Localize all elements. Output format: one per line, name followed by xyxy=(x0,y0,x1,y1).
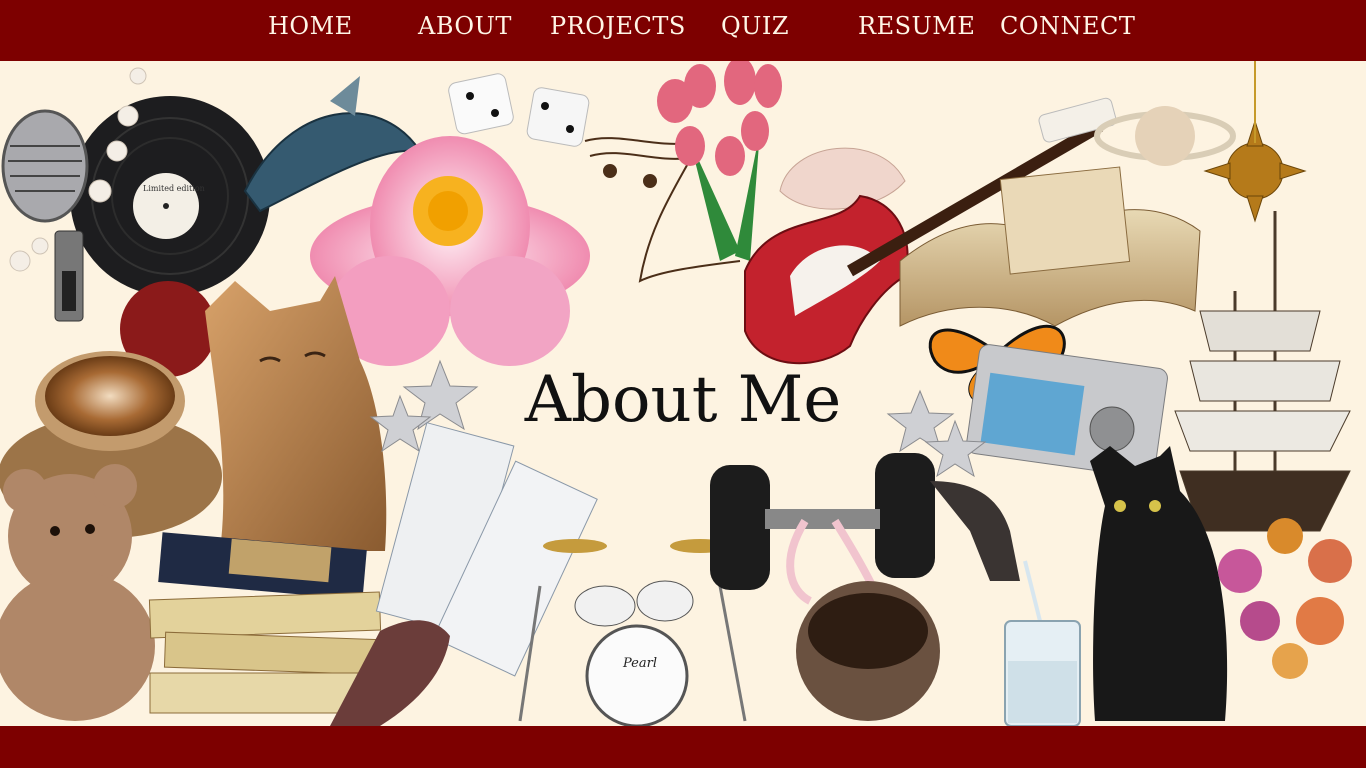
drum-brand-label: Pearl xyxy=(623,656,657,671)
footer-bar xyxy=(0,726,1366,768)
dumbbell-icon xyxy=(710,453,935,605)
water-glass-icon xyxy=(1004,620,1081,726)
open-book-icon xyxy=(899,166,1201,327)
lotus-flower-icon xyxy=(310,136,590,366)
hero-collage: About Me Limited edition Pearl xyxy=(0,61,1366,726)
saturn-planet-icon xyxy=(1094,106,1236,166)
nav-about[interactable]: ABOUT xyxy=(418,12,512,40)
nav-projects[interactable]: PROJECTS xyxy=(550,12,686,40)
nav-resume[interactable]: RESUME xyxy=(858,12,975,40)
pouring-kettle-icon xyxy=(930,481,1042,622)
orchid-flowers-icon xyxy=(1218,518,1352,679)
tulip-bouquet-icon xyxy=(657,61,782,261)
page-title: About Me xyxy=(524,363,842,437)
nav-home[interactable]: HOME xyxy=(268,12,353,40)
record-label-text: Limited edition xyxy=(143,184,205,193)
seashell-icon xyxy=(779,147,906,210)
nav-connect[interactable]: CONNECT xyxy=(1000,12,1135,40)
book-stack-icon xyxy=(148,532,387,714)
top-nav: HOME ABOUT PROJECTS QUIZ RESUME CONNECT xyxy=(0,0,1366,61)
dice-icon xyxy=(448,73,590,147)
coffee-mug-icon xyxy=(796,581,940,721)
nav-quiz[interactable]: QUIZ xyxy=(721,12,789,40)
